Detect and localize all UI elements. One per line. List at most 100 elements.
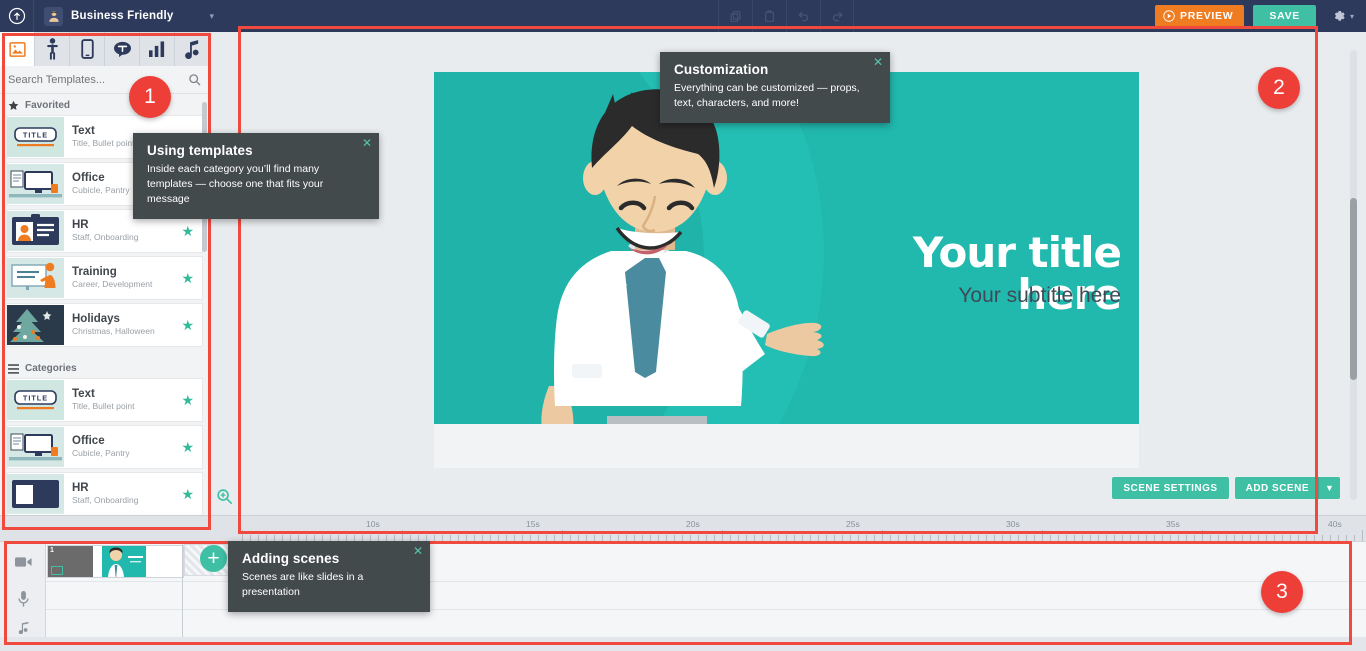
template-item-training-fav[interactable]: Training Career, Development ★ — [6, 256, 203, 300]
tab-speech[interactable] — [105, 32, 140, 66]
stage-scrollbar[interactable] — [1350, 50, 1357, 500]
left-panel: Favorited TITLE Text Title, Bullet point… — [0, 32, 210, 532]
template-item-holidays-fav[interactable]: Holidays Christmas, Halloween ★ — [6, 303, 203, 347]
scene-settings-label: SCENE SETTINGS — [1123, 482, 1218, 494]
zoom-in-button[interactable] — [212, 484, 236, 508]
zoom-in-icon — [216, 488, 232, 504]
person-icon — [46, 38, 58, 60]
ruler-tick-label: 30s — [1006, 519, 1020, 529]
list-icon — [8, 363, 19, 374]
favorite-star-icon[interactable]: ★ — [181, 487, 194, 501]
template-item-text-cat[interactable]: TITLE Text Title, Bullet point ★ — [6, 378, 203, 422]
template-thumbnail: TITLE — [7, 380, 64, 420]
close-icon[interactable]: ✕ — [873, 56, 883, 68]
chevron-down-icon[interactable]: ▾ — [1350, 12, 1354, 21]
template-meta: HR Staff, Onboarding — [72, 219, 173, 243]
tooltip-using-templates[interactable]: ✕ Using templates Inside each category y… — [133, 133, 379, 219]
template-item-office-cat[interactable]: Office Cubicle, Pantry ★ — [6, 425, 203, 469]
tab-charts[interactable] — [140, 32, 175, 66]
microphone-icon[interactable] — [12, 588, 34, 610]
template-thumbnail — [7, 211, 64, 251]
stage-scrollbar-thumb[interactable] — [1350, 198, 1357, 380]
gear-icon — [1334, 10, 1345, 21]
ruler-tick — [562, 530, 563, 541]
settings-menu[interactable]: ▾ — [1332, 9, 1354, 24]
user-avatar-icon — [44, 6, 63, 26]
save-button[interactable]: SAVE — [1253, 5, 1316, 27]
tab-templates[interactable] — [0, 32, 35, 66]
scene-settings-button[interactable]: SCENE SETTINGS — [1112, 477, 1229, 499]
tooltip-title: Customization — [674, 62, 769, 77]
ruler-tick-label: 10s — [366, 519, 380, 529]
tooltip-adding-scenes[interactable]: ✕ Adding scenes Scenes are like slides i… — [228, 541, 430, 612]
favorite-star-icon[interactable]: ★ — [181, 318, 194, 332]
template-name: Text — [72, 387, 95, 400]
template-thumbnail — [7, 258, 64, 298]
close-icon[interactable]: ✕ — [413, 545, 423, 557]
undo-icon[interactable] — [786, 0, 820, 32]
template-subtitle: Christmas, Halloween — [72, 326, 155, 337]
timeline-track-voice[interactable] — [0, 582, 1366, 610]
character-illustration[interactable] — [489, 86, 899, 468]
ruler-tick — [1362, 530, 1363, 541]
canvas-floor — [434, 424, 1139, 468]
canvas-subtitle-text[interactable]: Your subtitle here — [859, 284, 1121, 308]
favorite-star-icon[interactable]: ★ — [181, 440, 194, 454]
project-selector[interactable]: Business Friendly ▾ — [34, 0, 214, 32]
template-subtitle: Title, Bullet point — [72, 401, 135, 412]
template-subtitle: Staff, Onboarding — [72, 232, 139, 243]
close-icon[interactable]: ✕ — [362, 137, 372, 149]
scene-thumbnail-strip[interactable]: 1 — [47, 545, 184, 578]
tab-music[interactable] — [175, 32, 209, 66]
ruler-tick — [882, 530, 883, 541]
tooltip-body: Everything can be customized — props, te… — [674, 82, 860, 109]
annotation-badge-3: 3 — [1261, 571, 1303, 613]
scene-canvas[interactable]: Your title here Your subtitle here — [434, 72, 1139, 468]
tooltip-customization[interactable]: ✕ Customization Everything can be custom… — [660, 52, 890, 123]
tooltip-title: Using templates — [147, 143, 253, 158]
favorite-star-icon[interactable]: ★ — [181, 393, 194, 407]
ruler-tick — [722, 530, 723, 541]
svg-text:TITLE: TITLE — [23, 394, 48, 403]
timeline-ruler[interactable]: 10s 15s 20s 25s 30s 35s 40s — [0, 515, 1366, 541]
timeline-track-music[interactable] — [0, 610, 1366, 638]
section-label: Favorited — [25, 100, 71, 111]
chevron-down-icon[interactable]: ▾ — [209, 11, 214, 22]
template-name: Holidays — [72, 312, 120, 325]
template-meta: Text Title, Bullet point — [72, 388, 173, 412]
template-subtitle: Career, Development — [72, 279, 153, 290]
timeline-bottom-bar — [0, 637, 1366, 651]
tab-characters[interactable] — [35, 32, 70, 66]
ruler-tick — [1202, 530, 1203, 541]
add-scene-plus-button[interactable]: + — [200, 545, 227, 572]
bar-chart-icon — [149, 41, 165, 57]
copy-icon[interactable] — [718, 0, 752, 32]
favorite-star-icon[interactable]: ★ — [181, 271, 194, 285]
tooltip-title: Adding scenes — [242, 551, 340, 566]
search-icon[interactable] — [188, 73, 201, 86]
template-meta: HR Staff, Onboarding — [72, 482, 173, 506]
app-root: Business Friendly ▾ PREVIEW SAVE ▾ Searc… — [0, 0, 1366, 651]
redo-icon[interactable] — [820, 0, 854, 32]
section-header-favorited: Favorited — [0, 94, 209, 115]
image-icon — [8, 41, 26, 57]
preview-button[interactable]: PREVIEW — [1155, 5, 1245, 27]
play-circle-icon — [1163, 10, 1175, 22]
template-meta: Training Career, Development — [72, 266, 173, 290]
template-meta: Holidays Christmas, Halloween — [72, 313, 173, 337]
svg-text:TITLE: TITLE — [23, 131, 48, 140]
search-row — [0, 66, 209, 94]
favorite-star-icon[interactable]: ★ — [181, 224, 194, 238]
add-scene-button[interactable]: ADD SCENE — [1234, 477, 1318, 499]
music-note-icon[interactable] — [12, 616, 34, 638]
ruler-tick-label: 20s — [686, 519, 700, 529]
paste-icon[interactable] — [752, 0, 786, 32]
timeline-playhead[interactable] — [182, 542, 183, 638]
video-camera-icon[interactable] — [12, 551, 34, 573]
template-name: Office — [72, 434, 105, 447]
tab-props[interactable] — [70, 32, 105, 66]
top-bar: Business Friendly ▾ PREVIEW SAVE ▾ — [0, 0, 1366, 32]
chevron-down-icon[interactable]: ▼ — [1318, 477, 1340, 499]
toolbar-right: PREVIEW SAVE ▾ — [1155, 0, 1366, 32]
app-logo[interactable] — [0, 0, 34, 32]
